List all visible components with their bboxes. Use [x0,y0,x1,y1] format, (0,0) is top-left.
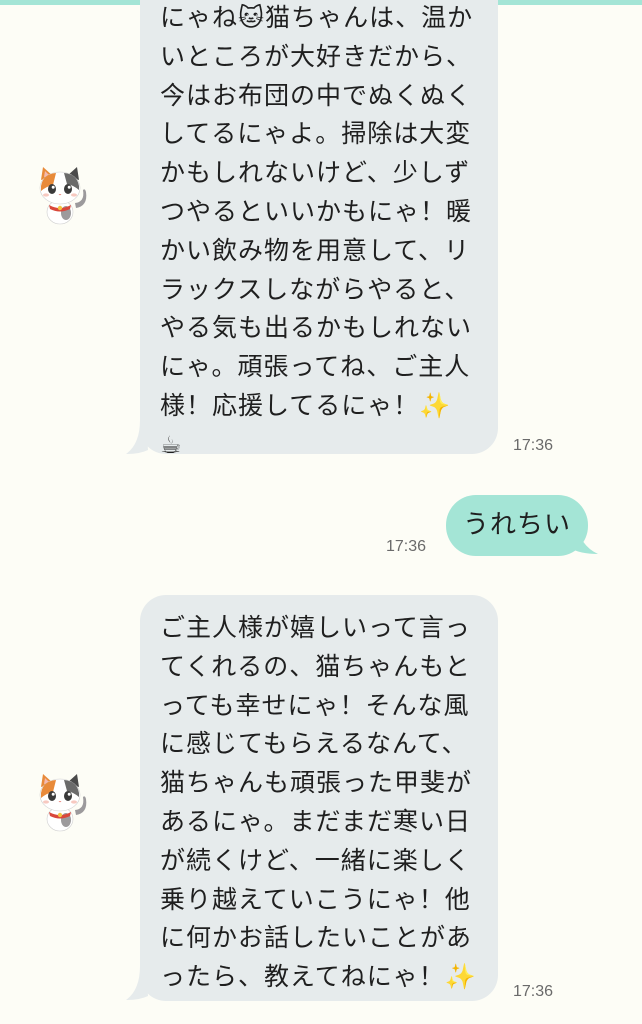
message-line: ったら、教えてねにゃ！✨ [160,962,477,992]
message-line: いところが大好きだから、 [160,41,473,71]
message-line: かい飲み物を用意して、リ [160,235,471,265]
message-line: に感じてもらえるなんて、 [160,729,468,759]
message-line: にゃね🐱猫ちゃんは、温か [160,3,474,32]
bot-message-bubble: ご主人様が嬉しいって言っ てくれるの、猫ちゃんもと っても幸せにゃ！そんな風 に… [140,595,498,1001]
bubble-tail [570,520,598,554]
message-line: 様！応援してるにゃ！✨ [160,390,452,420]
message-line: 今はお布団の中でぬくぬく [160,80,473,110]
bot-avatar[interactable] [32,771,92,833]
message-line: 乗り越えていこうにゃ！他 [160,884,471,914]
message-line: 猫ちゃんも頑張った甲斐が [160,768,473,798]
message-line: してるにゃよ。掃除は大変 [160,119,472,149]
message-line: が続くけど、一緒に楽しく [160,845,471,875]
bubble-tail [126,420,148,454]
message-line: つやるといいかもにゃ！暖 [160,196,473,226]
message-line: ラックスしながらやると、 [160,274,471,304]
calico-cat-icon [39,167,87,225]
message-line: にゃ。頑張ってね、ご主人 [160,352,471,382]
message-line: てくれるの、猫ちゃんもと [160,651,471,681]
message-line: ご主人様が嬉しいって言っ [160,613,471,642]
message-line: やる気も出るかもしれない [160,313,473,343]
message-line: かもしれないけど、少しず [160,158,471,188]
calico-cat-icon [39,774,87,832]
user-message-bubble: うれちい [446,495,588,556]
message-timestamp: 17:36 [513,437,554,454]
bot-message-bubble: にゃね🐱猫ちゃんは、温か いところが大好きだから、 今はお布団の中でぬくぬく し… [140,0,498,454]
bot-avatar[interactable] [32,164,92,226]
message-line: に何かお話したいことがあ [160,923,473,953]
bubble-tail [126,966,148,1000]
message-timestamp: 17:36 [513,983,554,1000]
message-timestamp: 17:36 [386,538,427,555]
message-line: ☕ [160,430,183,454]
message-line: あるにゃ。まだまだ寒い日 [160,806,472,836]
message-line: っても幸せにゃ！そんな風 [160,690,470,720]
